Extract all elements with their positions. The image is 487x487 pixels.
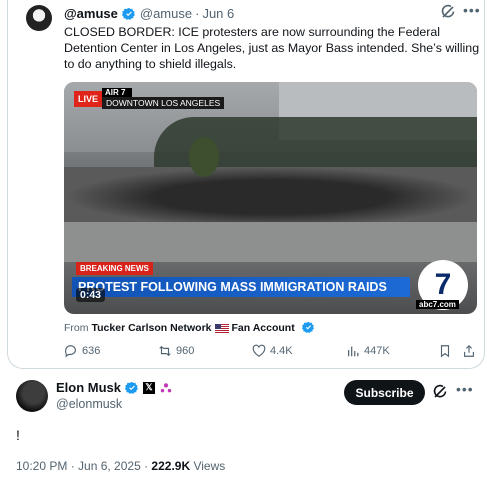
people-affiliation-icon[interactable] [159,381,173,395]
aerial-wall [64,222,477,262]
verified-badge-icon [121,7,136,21]
views-count: 447K [364,345,390,357]
live-air7-banner: LIVE AIR 7 DOWNTOWN LOS ANGELES [74,88,225,109]
quoted-tweet-card[interactable]: @amuse @amuse · Jun 6 ••• CLOSED BORDER:… [7,0,485,369]
quoted-author-avatar[interactable] [26,5,52,31]
quoted-tweet-date[interactable]: Jun 6 [202,6,234,21]
location-label: DOWNTOWN LOS ANGELES [102,97,225,109]
like-count: 4.4K [270,345,293,357]
source-account-suffix[interactable]: Fan Account [232,322,295,334]
author-name-row: Elon Musk 𝕏 [56,380,173,395]
reply-button[interactable]: 636 [64,344,100,358]
tweet-views-label: Views [190,459,226,473]
source-account-link[interactable]: Tucker Carlson Network [92,322,212,334]
author-avatar[interactable] [16,380,48,412]
abc7-site-label: abc7.com [416,300,459,309]
from-label: From [64,322,89,334]
news-headline: PROTEST FOLLOWING MASS IMMIGRATION RAIDS [72,277,410,297]
us-flag-icon [214,323,229,333]
subscribe-button[interactable]: Subscribe [344,380,425,405]
author-name[interactable]: Elon Musk [56,380,121,395]
tweet-views-count: 222.9K [151,459,191,473]
tweet-metadata: 10:20 PM · Jun 6, 2025 · 222.9K Views [16,459,225,473]
more-options-icon[interactable]: ••• [463,2,481,18]
verified-badge-icon [301,321,316,335]
share-icon [464,344,474,357]
bookmark-icon [440,345,450,358]
reply-icon [65,345,76,358]
video-source-attribution: From Tucker Carlson Network Fan Account [64,321,320,335]
repost-count: 960 [176,345,195,357]
aerial-palm-tree [189,137,219,177]
repost-button[interactable]: 960 [158,344,194,358]
like-button[interactable]: 4.4K [252,344,293,358]
quoted-author-handle[interactable]: @amuse [140,6,192,21]
video-player[interactable]: LIVE AIR 7 DOWNTOWN LOS ANGELES BREAKING… [64,82,477,314]
quoted-tweet-text: CLOSED BORDER: ICE protesters are now su… [64,25,480,71]
grok-icon[interactable] [440,4,456,20]
more-options-icon[interactable]: ••• [456,381,474,397]
tweet-text: ! [16,427,20,443]
views-chart-icon [348,346,359,357]
quoted-tweet-header: @amuse @amuse · Jun 6 [64,6,234,21]
air7-label: AIR 7 [102,88,133,97]
video-duration: 0:43 [76,288,106,302]
separator-dot: · [195,6,200,21]
grok-icon[interactable] [432,384,448,400]
author-handle[interactable]: @elonmusk [56,397,122,411]
tweet-timestamp[interactable]: 10:20 PM · Jun 6, 2025 · [16,459,151,473]
x-affiliation-icon[interactable]: 𝕏 [143,381,156,394]
quoted-author-name[interactable]: @amuse [64,6,118,21]
reply-count: 636 [82,345,101,357]
heart-icon [252,344,266,357]
share-button[interactable] [462,344,480,358]
bookmark-button[interactable] [438,344,456,358]
action-bar: 636 960 4.4K 447K [64,344,480,362]
verified-badge-icon [125,381,139,395]
repost-icon [159,345,171,357]
breaking-news-label: BREAKING NEWS [76,262,153,275]
aerial-crowd [64,167,477,227]
live-badge: LIVE [74,90,103,107]
views-button[interactable]: 447K [346,344,390,358]
